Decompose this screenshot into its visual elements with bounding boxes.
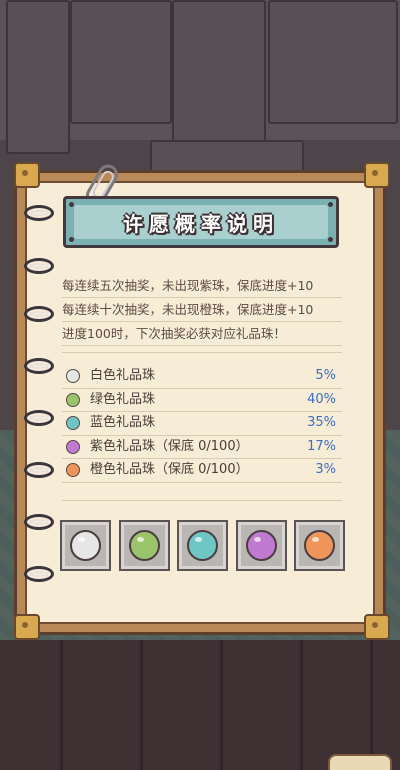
pearl-slot-white[interactable]	[60, 520, 111, 571]
floor	[0, 640, 400, 770]
binder-ring-icon	[24, 462, 54, 478]
probability-row: 橙色礼品珠（保底 0/100） 3%	[62, 459, 342, 483]
title-banner: 许愿概率说明	[63, 196, 339, 248]
pearl-slot-green[interactable]	[118, 520, 170, 571]
pearl-rate: 35%	[307, 415, 336, 430]
pearl-slot-blue[interactable]	[177, 520, 228, 571]
binder-ring-icon	[24, 410, 54, 426]
corner-bracket-icon	[364, 162, 390, 188]
corner-bracket-icon	[364, 614, 390, 640]
pearl-rate: 5%	[315, 368, 336, 383]
binder-ring-icon	[24, 258, 54, 274]
divider	[62, 352, 342, 353]
pearl-rate: 40%	[307, 391, 336, 407]
probability-row: 紫色礼品珠（保底 0/100） 17%	[62, 436, 342, 459]
probability-list: 白色礼品珠 5% 绿色礼品珠 40% 蓝色礼品珠 35% 紫色礼品珠（保底 0/…	[62, 365, 342, 483]
wall-plank	[70, 0, 172, 124]
white-pearl-icon	[70, 530, 101, 561]
pearl-name: 橙色礼品珠（保底 0/100）	[90, 462, 249, 477]
probability-row: 蓝色礼品珠 35%	[62, 412, 342, 436]
probability-row: 白色礼品珠 5%	[62, 365, 342, 389]
binder-ring-icon	[24, 205, 54, 221]
rules-list: 每连续五次抽奖，未出现紫珠，保底进度+10 每连续十次抽奖，未出现橙珠，保底进度…	[62, 274, 342, 346]
shelf-plank	[150, 140, 304, 174]
pearl-slots	[60, 520, 345, 574]
binder-ring-icon	[24, 306, 54, 322]
blue-pearl-icon	[66, 416, 80, 430]
wall-plank	[6, 0, 70, 154]
pearl-slot-purple[interactable]	[235, 520, 287, 571]
pearl-name: 蓝色礼品珠	[90, 415, 156, 430]
pearl-name: 绿色礼品珠	[90, 391, 156, 407]
rule-text: 每连续五次抽奖，未出现紫珠，保底进度+10	[62, 274, 342, 298]
partial-bottom-button[interactable]	[328, 754, 392, 770]
white-pearl-icon	[66, 369, 80, 383]
page-title: 许愿概率说明	[123, 211, 279, 236]
pearl-rate: 3%	[315, 462, 336, 477]
rule-text: 进度100时，下次抽奖必获对应礼品珠！	[62, 322, 342, 346]
pearl-name: 白色礼品珠	[90, 368, 156, 383]
green-pearl-icon	[128, 530, 160, 561]
purple-pearl-icon	[245, 530, 277, 561]
binder-ring-icon	[24, 358, 54, 374]
binder-ring-icon	[24, 566, 54, 582]
pearl-name: 紫色礼品珠（保底 0/100）	[90, 438, 249, 454]
blue-pearl-icon	[187, 530, 218, 561]
pearl-rate: 17%	[307, 438, 336, 454]
probability-row: 绿色礼品珠 40%	[62, 389, 342, 412]
orange-pearl-icon	[66, 463, 80, 477]
binder-ring-icon	[24, 514, 54, 530]
wall-plank	[268, 0, 398, 124]
pearl-slot-orange[interactable]	[294, 520, 345, 571]
green-pearl-icon	[66, 392, 80, 407]
divider	[62, 500, 342, 501]
orange-pearl-icon	[304, 530, 335, 561]
corner-bracket-icon	[14, 162, 40, 188]
corner-bracket-icon	[14, 614, 40, 640]
wall-plank	[172, 0, 266, 144]
rule-text: 每连续十次抽奖，未出现橙珠，保底进度+10	[62, 298, 342, 322]
purple-pearl-icon	[66, 439, 80, 454]
